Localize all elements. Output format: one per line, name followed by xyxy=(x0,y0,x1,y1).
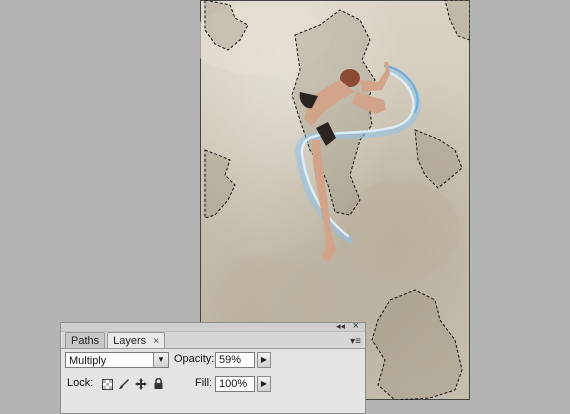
tab-close-icon[interactable]: × xyxy=(153,336,159,347)
opacity-value: 59% xyxy=(219,354,242,366)
fill-input[interactable]: 100% xyxy=(215,376,255,392)
brush-icon[interactable] xyxy=(118,378,130,390)
dropdown-arrow-icon[interactable]: ▼ xyxy=(153,353,168,367)
close-icon[interactable]: × xyxy=(353,321,359,332)
lock-label: Lock: xyxy=(67,377,94,389)
play-arrow-icon: ▶ xyxy=(260,379,268,388)
fill-slider-toggle[interactable]: ▶ xyxy=(257,376,271,392)
blend-mode-select[interactable]: Multiply ▼ xyxy=(65,352,169,368)
checker-square-icon[interactable] xyxy=(101,378,113,390)
tab-label: Layers xyxy=(113,335,147,347)
collapse-icon[interactable]: ◂◂ xyxy=(336,322,345,331)
opacity-slider-toggle[interactable]: ▶ xyxy=(257,352,271,368)
fill-value: 100% xyxy=(219,378,248,390)
panel-title-bar[interactable]: ◂◂ × xyxy=(61,321,365,332)
move-icon[interactable] xyxy=(135,378,147,390)
play-arrow-icon: ▶ xyxy=(260,355,268,364)
tab-layers[interactable]: Layers × xyxy=(107,332,166,349)
opacity-input[interactable]: 59% xyxy=(215,352,255,368)
panel-tabs: Paths Layers × xyxy=(65,332,166,349)
layers-panel: ◂◂ × Paths Layers × ▾≡ Multiply ▼ Opacit… xyxy=(60,321,366,414)
blend-mode-value: Multiply xyxy=(69,355,107,367)
panel-body: Multiply ▼ Opacity: 59% ▶ Lock: Fill: 10… xyxy=(61,348,365,413)
fill-label: Fill: xyxy=(195,377,213,389)
panel-menu-icon[interactable]: ▾≡ xyxy=(350,336,361,347)
tab-paths[interactable]: Paths xyxy=(65,332,106,349)
opacity-label: Opacity: xyxy=(174,353,215,365)
tab-label: Paths xyxy=(71,335,100,347)
padlock-icon[interactable] xyxy=(152,378,164,390)
